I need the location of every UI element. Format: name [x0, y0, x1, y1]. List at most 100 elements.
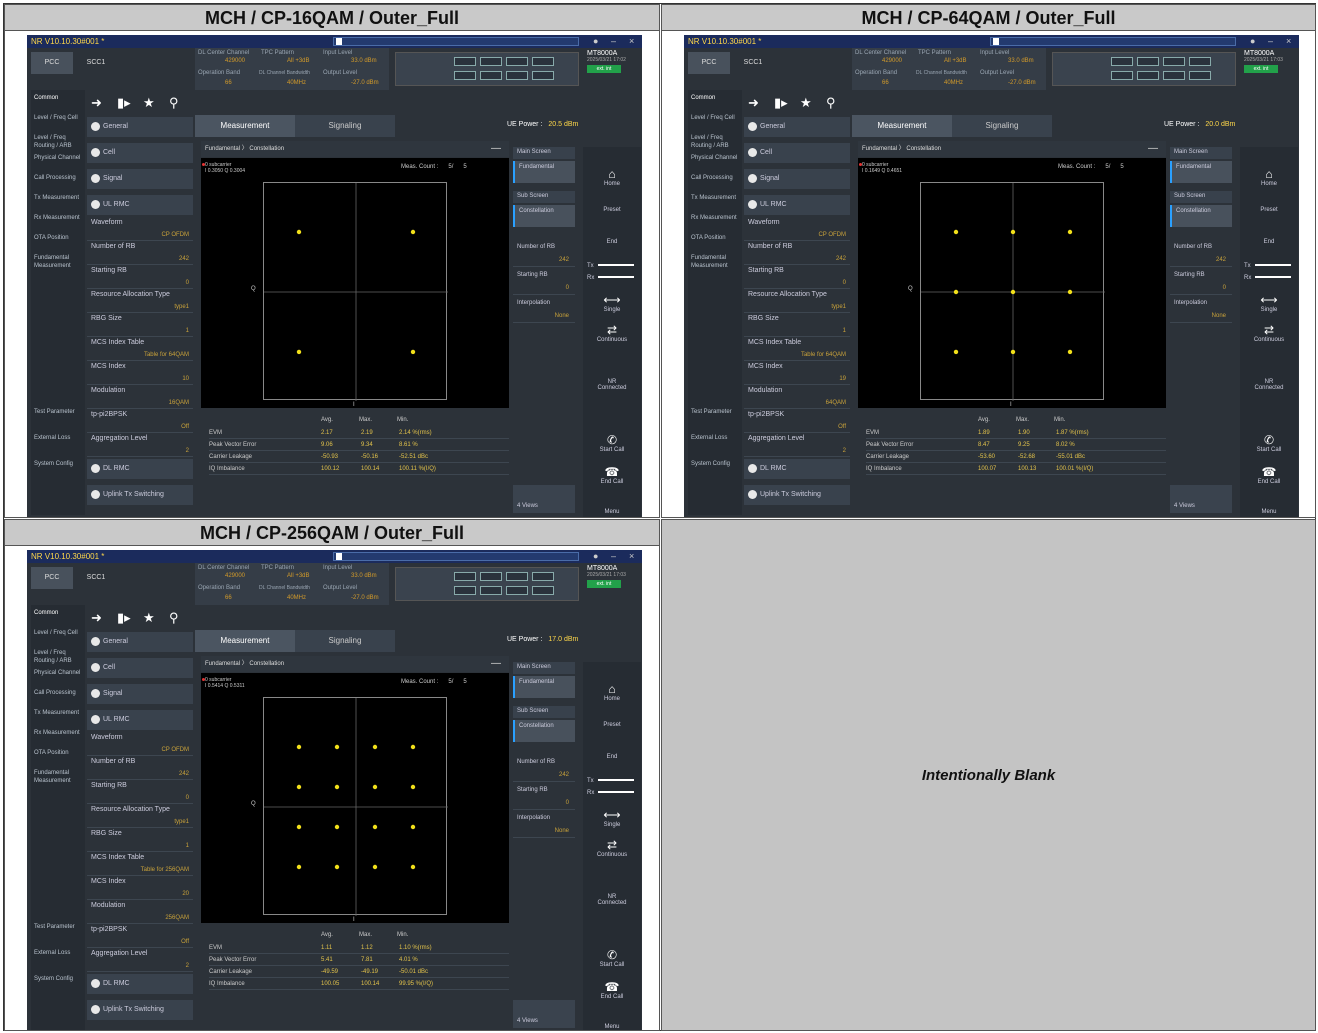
- parameter-icon[interactable]: ▮▸: [774, 95, 788, 111]
- param-number-of-rb[interactable]: Number of RB 242: [87, 241, 193, 265]
- sidebar-item-tx-measurement[interactable]: Tx Measurement: [691, 194, 741, 202]
- tab-signaling[interactable]: Signaling: [295, 115, 395, 137]
- preset-button[interactable]: Preset: [583, 207, 641, 213]
- continuous-button[interactable]: ⇄ Continuous: [583, 838, 641, 858]
- param-waveform[interactable]: Waveform CP OFDM: [87, 217, 193, 241]
- sidebar-item-call-processing[interactable]: Call Processing: [34, 689, 84, 697]
- param-mcs-index[interactable]: MCS Index 10: [87, 361, 193, 385]
- sidebar-item-call-processing[interactable]: Call Processing: [691, 174, 741, 182]
- menu-ul-rmc[interactable]: UL RMC: [87, 195, 193, 215]
- menu-uplink-tx-switching[interactable]: Uplink Tx Switching: [744, 485, 850, 505]
- end-button[interactable]: End: [583, 754, 641, 760]
- param-mcs-index[interactable]: MCS Index 19: [744, 361, 850, 385]
- tab-scc1[interactable]: SCC1: [75, 52, 117, 74]
- param-rbg-size[interactable]: RBG Size 1: [744, 313, 850, 337]
- forward-icon[interactable]: ➜: [91, 610, 102, 626]
- menu-cell[interactable]: Cell: [744, 143, 850, 163]
- sidebar-item-fundamental-measurement[interactable]: Fundamental Measurement: [34, 769, 84, 785]
- param-resource-allocation[interactable]: Resource Allocation Type type1: [87, 289, 193, 313]
- param-resource-allocation[interactable]: Resource Allocation Type type1: [744, 289, 850, 313]
- param-starting-rb[interactable]: Starting RB 0: [87, 265, 193, 289]
- menu-ul-rmc[interactable]: UL RMC: [87, 710, 193, 730]
- home-button[interactable]: ⌂ Home: [583, 167, 641, 187]
- tab-pcc[interactable]: PCC: [31, 52, 73, 74]
- tab-scc1[interactable]: SCC1: [732, 52, 774, 74]
- constellation-button[interactable]: Constellation: [513, 205, 575, 227]
- menu-dl-rmc[interactable]: DL RMC: [87, 974, 193, 994]
- home-button[interactable]: ⌂ Home: [1240, 167, 1298, 187]
- menu-uplink-tx-switching[interactable]: Uplink Tx Switching: [87, 1000, 193, 1020]
- home-button[interactable]: ⌂ Home: [583, 682, 641, 702]
- menu-dl-rmc[interactable]: DL RMC: [744, 459, 850, 479]
- settings-icon[interactable]: ●: [593, 550, 598, 563]
- fundamental-button[interactable]: Fundamental: [1170, 161, 1232, 183]
- sidebar-item-common[interactable]: Common: [34, 609, 84, 617]
- sidebar-item-rx-measurement[interactable]: Rx Measurement: [34, 214, 84, 222]
- menu-button[interactable]: Menu: [583, 1024, 641, 1030]
- menu-dl-rmc[interactable]: DL RMC: [87, 459, 193, 479]
- param-starting-rb[interactable]: Starting RB 0: [744, 265, 850, 289]
- continuous-button[interactable]: ⇄ Continuous: [1240, 323, 1298, 343]
- sidebar-item-external-loss[interactable]: External Loss: [34, 949, 84, 957]
- search-icon[interactable]: ⚲: [169, 95, 179, 111]
- param-mcs-index[interactable]: MCS Index 20: [87, 876, 193, 900]
- right-param-interpolation[interactable]: Interpolation None: [513, 812, 575, 838]
- sidebar-item-ota-position[interactable]: OTA Position: [691, 234, 741, 242]
- single-button[interactable]: ⟷ Single: [1240, 293, 1298, 313]
- param-resource-allocation[interactable]: Resource Allocation Type type1: [87, 804, 193, 828]
- sidebar-item-physical-channel[interactable]: Physical Channel: [691, 154, 741, 162]
- sidebar-item-system-config[interactable]: System Config: [34, 975, 84, 983]
- param-rbg-size[interactable]: RBG Size 1: [87, 313, 193, 337]
- menu-uplink-tx-switching[interactable]: Uplink Tx Switching: [87, 485, 193, 505]
- minimize-icon[interactable]: –: [1268, 35, 1273, 48]
- param-modulation[interactable]: Modulation 16QAM: [87, 385, 193, 409]
- param-number-of-rb[interactable]: Number of RB 242: [87, 756, 193, 780]
- close-icon[interactable]: ×: [629, 550, 634, 563]
- param-aggregation[interactable]: Aggregation Level 2: [744, 433, 850, 457]
- sidebar-item-system-config[interactable]: System Config: [691, 460, 741, 468]
- tab-scc1[interactable]: SCC1: [75, 567, 117, 589]
- menu-general[interactable]: General: [87, 632, 193, 652]
- sidebar-item-common[interactable]: Common: [691, 94, 741, 102]
- start-call-button[interactable]: ✆ Start Call: [1240, 433, 1298, 453]
- param-modulation[interactable]: Modulation 64QAM: [744, 385, 850, 409]
- sidebar-item-system-config[interactable]: System Config: [34, 460, 84, 468]
- constellation-button[interactable]: Constellation: [513, 720, 575, 742]
- sidebar-item-test-parameter[interactable]: Test Parameter: [691, 408, 741, 416]
- param-aggregation[interactable]: Aggregation Level 2: [87, 948, 193, 972]
- tab-measurement[interactable]: Measurement: [195, 630, 295, 652]
- param-rbg-size[interactable]: RBG Size 1: [87, 828, 193, 852]
- param-waveform[interactable]: Waveform CP OFDM: [744, 217, 850, 241]
- end-call-button[interactable]: ☎ End Call: [1240, 465, 1298, 485]
- menu-signal[interactable]: Signal: [87, 169, 193, 189]
- end-call-button[interactable]: ☎ End Call: [583, 465, 641, 485]
- sidebar-item-common[interactable]: Common: [34, 94, 84, 102]
- parameter-icon[interactable]: ▮▸: [117, 610, 131, 626]
- menu-general[interactable]: General: [744, 117, 850, 137]
- minimize-icon[interactable]: –: [611, 35, 616, 48]
- sidebar-item-tx-measurement[interactable]: Tx Measurement: [34, 194, 84, 202]
- minimize-panel-icon[interactable]: —: [1148, 141, 1158, 157]
- param-mcs-table[interactable]: MCS Index Table Table for 64QAM: [87, 337, 193, 361]
- single-button[interactable]: ⟷ Single: [583, 808, 641, 828]
- sidebar-item-level-freq-routing-arb[interactable]: Level / Freq Routing / ARB: [34, 649, 84, 665]
- tab-pcc[interactable]: PCC: [688, 52, 730, 74]
- right-param-starting-rb[interactable]: Starting RB 0: [513, 784, 575, 810]
- settings-icon[interactable]: ●: [1250, 35, 1255, 48]
- sidebar-item-call-processing[interactable]: Call Processing: [34, 174, 84, 182]
- right-param-starting-rb[interactable]: Starting RB 0: [513, 269, 575, 295]
- close-icon[interactable]: ×: [1286, 35, 1291, 48]
- menu-general[interactable]: General: [87, 117, 193, 137]
- fundamental-button[interactable]: Fundamental: [513, 161, 575, 183]
- param-pi2bpsk[interactable]: tp-pi2BPSK Off: [744, 409, 850, 433]
- sidebar-item-fundamental-measurement[interactable]: Fundamental Measurement: [34, 254, 84, 270]
- start-call-button[interactable]: ✆ Start Call: [583, 948, 641, 968]
- single-button[interactable]: ⟷ Single: [583, 293, 641, 313]
- param-mcs-table[interactable]: MCS Index Table Table for 256QAM: [87, 852, 193, 876]
- sidebar-item-ota-position[interactable]: OTA Position: [34, 749, 84, 757]
- sidebar-item-level-freq-cell[interactable]: Level / Freq Cell: [691, 114, 741, 122]
- param-aggregation[interactable]: Aggregation Level 2: [87, 433, 193, 457]
- end-call-button[interactable]: ☎ End Call: [583, 980, 641, 1000]
- minimize-panel-icon[interactable]: —: [491, 656, 501, 672]
- param-number-of-rb[interactable]: Number of RB 242: [744, 241, 850, 265]
